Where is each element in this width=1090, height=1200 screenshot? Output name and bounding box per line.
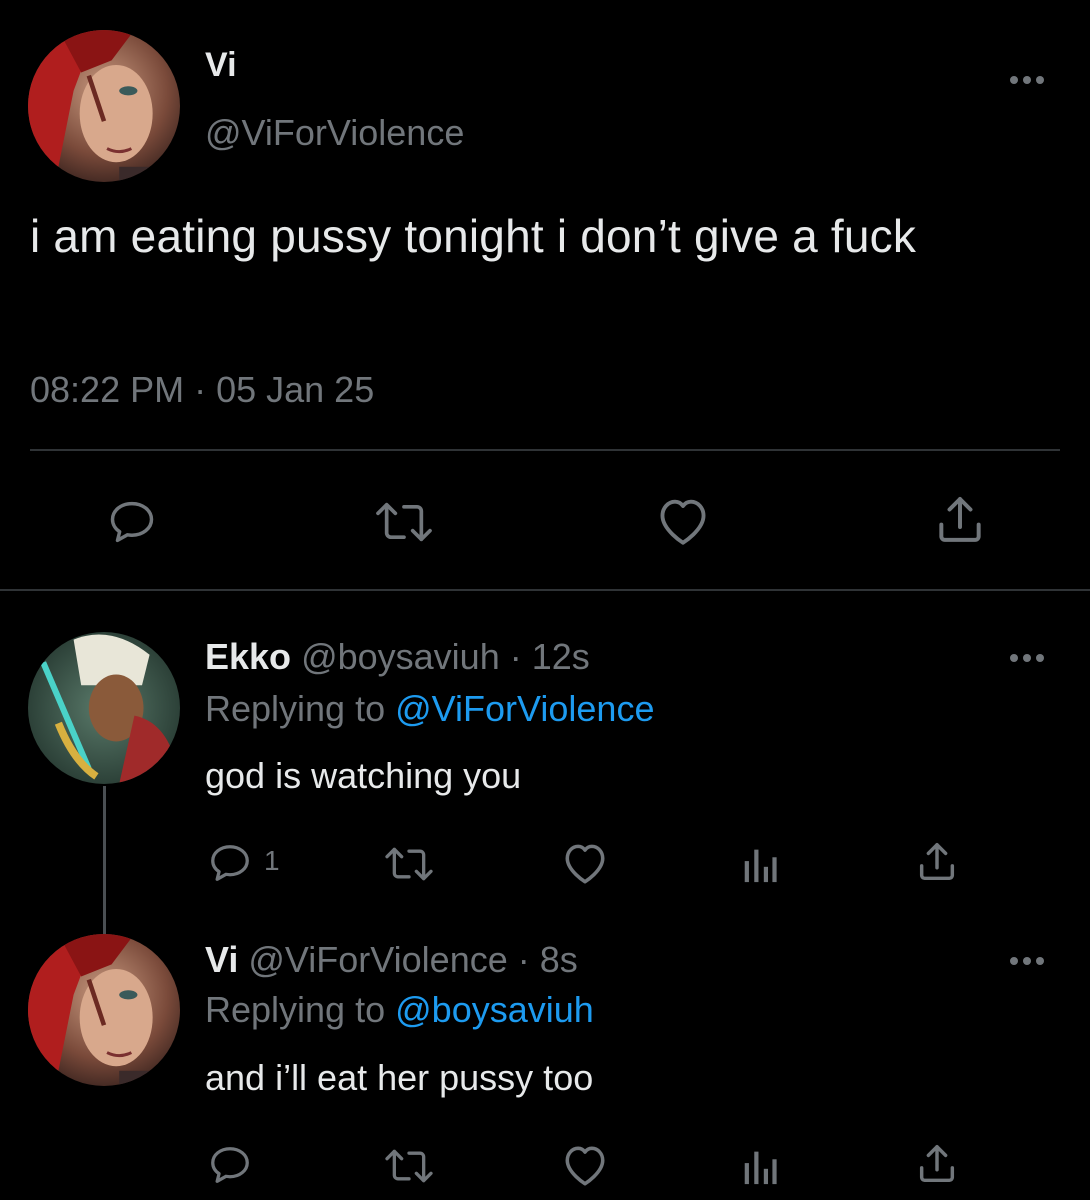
share-icon — [919, 843, 955, 881]
main-tweet-avatar[interactable] — [28, 30, 180, 182]
more-icon — [1010, 76, 1044, 84]
reply-1-time: · 12s — [509, 636, 590, 677]
analytics-icon — [744, 849, 777, 883]
reply-icon — [110, 501, 154, 543]
reply-2-like-button[interactable] — [560, 1142, 610, 1188]
analytics-icon — [744, 1151, 777, 1185]
reply-2-time: · 8s — [517, 939, 578, 980]
more-icon — [1010, 957, 1044, 965]
retweet-icon — [376, 502, 432, 542]
thread-connector-line — [103, 786, 106, 934]
reply-2-analytics-button[interactable] — [740, 1144, 780, 1186]
reply-2-retweet-button[interactable] — [380, 1144, 438, 1188]
main-tweet-divider — [30, 449, 1060, 451]
reply-2-header: Vi @ViForViolence · 8s — [205, 939, 578, 981]
reply-1-avatar[interactable] — [28, 632, 180, 784]
main-share-button[interactable] — [932, 492, 988, 548]
heart-icon — [565, 844, 605, 884]
reply-1-header: Ekko @boysaviuh · 12s — [205, 636, 590, 678]
reply-1-more-button[interactable] — [1002, 648, 1052, 668]
share-icon — [939, 497, 981, 542]
reply-1-like-button[interactable] — [560, 840, 610, 886]
reply-2-replying-to: Replying to @boysaviuh — [205, 989, 594, 1031]
reply-1-display-name[interactable]: Ekko — [205, 636, 291, 677]
retweet-icon — [385, 1149, 433, 1183]
reply-1-mention-link[interactable]: @ViForViolence — [395, 688, 654, 729]
reply-1-share-button[interactable] — [914, 838, 960, 886]
reply-2-mention-link[interactable]: @boysaviuh — [395, 989, 594, 1030]
main-tweet-timestamp[interactable]: 08:22 PM · 05 Jan 25 — [30, 369, 374, 411]
main-tweet-handle[interactable]: @ViForViolence — [205, 112, 464, 154]
main-tweet-display-name[interactable]: Vi — [205, 46, 237, 85]
more-icon — [1010, 654, 1044, 662]
reply-icon — [211, 1147, 249, 1183]
reply-2-display-name[interactable]: Vi — [205, 939, 238, 980]
main-tweet-more-button[interactable] — [1002, 70, 1052, 90]
reply-1-reply-button[interactable] — [206, 840, 254, 886]
reply-icon — [211, 845, 249, 881]
reply-2-more-button[interactable] — [1002, 951, 1052, 971]
section-divider — [0, 589, 1090, 591]
share-icon — [919, 1145, 955, 1183]
reply-1-retweet-button[interactable] — [380, 842, 438, 886]
reply-2-reply-button[interactable] — [206, 1142, 254, 1188]
heart-icon — [565, 1146, 605, 1186]
reply-1-handle[interactable]: @boysaviuh — [301, 636, 500, 677]
vi-avatar-icon — [28, 934, 180, 1086]
main-tweet-text: i am eating pussy tonight i don’t give a… — [30, 210, 917, 262]
reply-1-reply-count: 1 — [264, 845, 280, 876]
heart-icon — [660, 499, 706, 545]
retweet-icon — [385, 847, 433, 881]
replying-to-label: Replying to — [205, 688, 386, 729]
reply-1-text: god is watching you — [205, 755, 522, 796]
main-like-button[interactable] — [654, 494, 712, 548]
reply-2-share-button[interactable] — [914, 1140, 960, 1188]
ekko-avatar-icon — [28, 632, 180, 784]
reply-1-analytics-button[interactable] — [740, 842, 780, 884]
reply-2-handle[interactable]: @ViForViolence — [248, 939, 507, 980]
replying-to-label: Replying to — [205, 989, 386, 1030]
reply-1-replying-to: Replying to @ViForViolence — [205, 688, 654, 730]
vi-avatar-icon — [28, 30, 180, 182]
main-retweet-button[interactable] — [370, 496, 438, 548]
reply-2-text: and i’ll eat her pussy too — [205, 1057, 594, 1098]
main-reply-button[interactable] — [106, 496, 158, 548]
reply-2-avatar[interactable] — [28, 934, 180, 1086]
